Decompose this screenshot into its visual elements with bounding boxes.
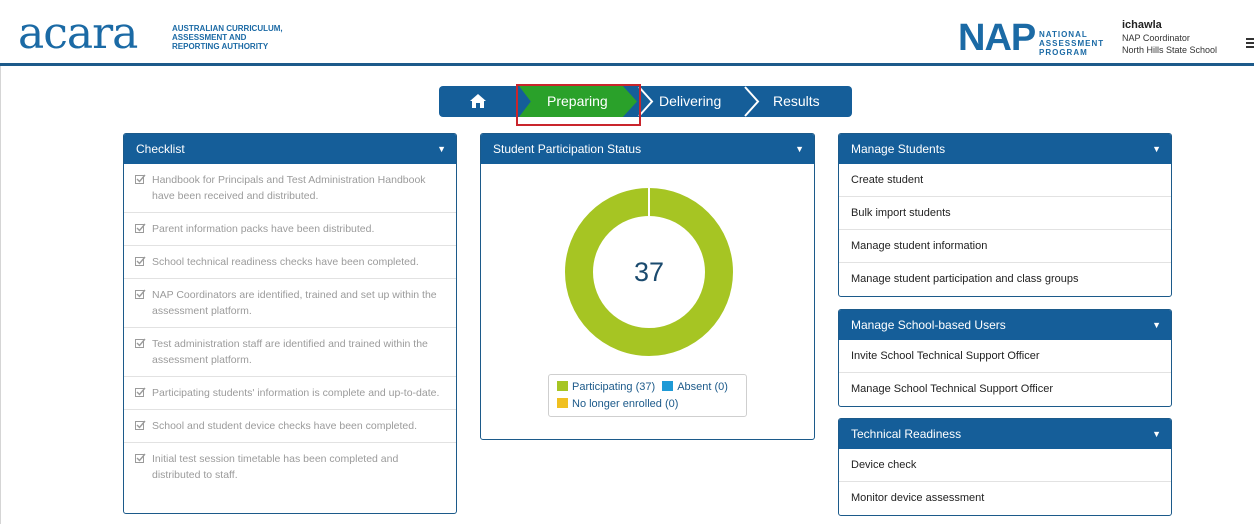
- donut-total: 37: [633, 257, 665, 287]
- participation-header[interactable]: Student Participation Status ▼: [481, 134, 814, 164]
- checkbox-checked-icon[interactable]: [135, 387, 146, 398]
- checklist-list: Handbook for Principals and Test Adminis…: [124, 164, 456, 491]
- legend-row: Participating (37) Absent (0): [557, 379, 738, 396]
- checklist-item-label: Handbook for Principals and Test Adminis…: [152, 174, 426, 202]
- tech-readiness-header[interactable]: Technical Readiness ▼: [839, 419, 1171, 449]
- nap-sub-line: PROGRAM: [1039, 48, 1088, 57]
- caret-down-icon[interactable]: ▼: [1152, 419, 1161, 449]
- checklist-item: School and student device checks have be…: [124, 410, 456, 443]
- acara-sub-line: ASSESSMENT AND: [172, 33, 247, 42]
- acara-logo-subtitle: AUSTRALIAN CURRICULUM, ASSESSMENT AND RE…: [172, 24, 283, 51]
- checklist-item-label: School and student device checks have be…: [152, 420, 418, 432]
- checklist-item-label: Parent information packs have been distr…: [152, 223, 375, 235]
- manage-users-header[interactable]: Manage School-based Users ▼: [839, 310, 1171, 340]
- legend-swatch-no-longer-enrolled: [557, 398, 568, 408]
- checklist-item: Handbook for Principals and Test Adminis…: [124, 164, 456, 213]
- checkbox-checked-icon[interactable]: [135, 338, 146, 349]
- legend-absent[interactable]: Absent (0): [677, 381, 728, 393]
- home-icon[interactable]: [469, 93, 487, 109]
- device-check-link[interactable]: Device check: [839, 449, 1171, 482]
- donut-chart: 37: [564, 187, 734, 362]
- chart-legend: Participating (37) Absent (0) No longer …: [548, 374, 747, 417]
- nav-step-delivering[interactable]: Delivering: [659, 86, 721, 117]
- highlight-annotation: [516, 84, 641, 126]
- checkbox-checked-icon[interactable]: [135, 223, 146, 234]
- checklist-header[interactable]: Checklist ▼: [124, 134, 456, 164]
- checklist-item-label: Test administration staff are identified…: [152, 338, 428, 366]
- checkbox-checked-icon[interactable]: [135, 420, 146, 431]
- panel-title: Student Participation Status: [493, 142, 642, 156]
- monitor-device-assessment-link[interactable]: Monitor device assessment: [839, 482, 1171, 515]
- caret-down-icon[interactable]: ▼: [437, 134, 446, 164]
- participation-panel: Student Participation Status ▼ 37 Partic…: [480, 133, 815, 440]
- checklist-panel: Checklist ▼ Handbook for Principals and …: [123, 133, 457, 514]
- nap-logo: NAP: [958, 17, 1036, 59]
- checklist-item: School technical readiness checks have b…: [124, 246, 456, 279]
- tech-readiness-panel: Technical Readiness ▼ Device check Monit…: [838, 418, 1172, 516]
- nap-logo-subtitle: NATIONAL ASSESSMENT PROGRAM: [1039, 30, 1104, 57]
- user-school: North Hills State School: [1122, 45, 1218, 55]
- checklist-item-label: Participating students' information is c…: [152, 387, 440, 399]
- checklist-item: Initial test session timetable has been …: [124, 443, 456, 491]
- workflow-nav: Preparing Delivering Results: [439, 86, 852, 117]
- checkbox-checked-icon[interactable]: [135, 256, 146, 267]
- checklist-item: NAP Coordinators are identified, trained…: [124, 279, 456, 328]
- chevron-right-icon: [744, 86, 760, 117]
- panel-title: Technical Readiness: [851, 427, 962, 441]
- left-divider: [0, 66, 1, 524]
- manage-students-panel: Manage Students ▼ Create student Bulk im…: [838, 133, 1172, 297]
- checklist-item: Parent information packs have been distr…: [124, 213, 456, 246]
- legend-participating[interactable]: Participating (37): [572, 381, 655, 393]
- checkbox-checked-icon[interactable]: [135, 289, 146, 300]
- panel-title: Checklist: [136, 142, 185, 156]
- caret-down-icon[interactable]: ▼: [1152, 134, 1161, 164]
- legend-swatch-absent: [662, 381, 674, 391]
- panel-title: Manage School-based Users: [851, 318, 1006, 332]
- checklist-item: Participating students' information is c…: [124, 377, 456, 410]
- page: acara AUSTRALIAN CURRICULUM, ASSESSMENT …: [0, 0, 1254, 524]
- manage-participation-link[interactable]: Manage student participation and class g…: [839, 263, 1171, 296]
- checklist-item-label: NAP Coordinators are identified, trained…: [152, 289, 437, 317]
- manage-users-panel: Manage School-based Users ▼ Invite Schoo…: [838, 309, 1172, 407]
- hamburger-menu-icon[interactable]: [1246, 38, 1254, 48]
- legend-no-longer-enrolled[interactable]: No longer enrolled (0): [572, 398, 678, 410]
- nav-step-results[interactable]: Results: [773, 86, 820, 117]
- legend-swatch-participating: [557, 381, 568, 391]
- panel-title: Manage Students: [851, 142, 946, 156]
- acara-sub-line: AUSTRALIAN CURRICULUM,: [172, 24, 283, 33]
- app-header: acara AUSTRALIAN CURRICULUM, ASSESSMENT …: [0, 0, 1254, 66]
- legend-row: No longer enrolled (0): [557, 396, 738, 413]
- user-name: ichawla: [1122, 19, 1162, 31]
- invite-tech-officer-link[interactable]: Invite School Technical Support Officer: [839, 340, 1171, 373]
- acara-sub-line: REPORTING AUTHORITY: [172, 42, 269, 51]
- create-student-link[interactable]: Create student: [839, 164, 1171, 197]
- user-role: NAP Coordinator: [1122, 33, 1190, 43]
- checklist-item: Test administration staff are identified…: [124, 328, 456, 377]
- user-info: ichawla NAP Coordinator North Hills Stat…: [1122, 18, 1217, 56]
- bulk-import-students-link[interactable]: Bulk import students: [839, 197, 1171, 230]
- acara-logo[interactable]: acara: [18, 12, 138, 56]
- nap-sub-line: NATIONAL: [1039, 30, 1088, 39]
- manage-students-header[interactable]: Manage Students ▼: [839, 134, 1171, 164]
- checkbox-checked-icon[interactable]: [135, 453, 146, 464]
- checklist-item-label: Initial test session timetable has been …: [152, 453, 399, 481]
- manage-student-information-link[interactable]: Manage student information: [839, 230, 1171, 263]
- checklist-item-label: School technical readiness checks have b…: [152, 256, 419, 268]
- nap-sub-line: ASSESSMENT: [1039, 39, 1105, 48]
- caret-down-icon[interactable]: ▼: [795, 134, 804, 164]
- caret-down-icon[interactable]: ▼: [1152, 310, 1161, 340]
- checkbox-checked-icon[interactable]: [135, 174, 146, 185]
- manage-tech-officer-link[interactable]: Manage School Technical Support Officer: [839, 373, 1171, 406]
